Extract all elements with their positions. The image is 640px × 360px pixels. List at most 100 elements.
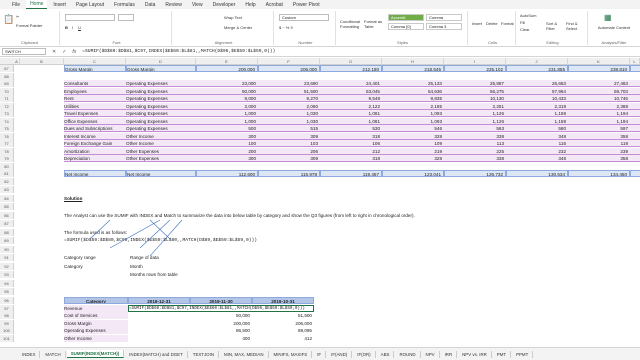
summary-value-cell[interactable]: [128, 320, 190, 327]
column-header-l[interactable]: L: [630, 58, 640, 65]
merge-center-button[interactable]: Merge & Center: [224, 25, 252, 30]
format-painter-button[interactable]: Format Painter: [16, 23, 42, 28]
summary-value-cell[interactable]: 89,095: [252, 327, 314, 334]
column-header-b[interactable]: B: [20, 58, 64, 65]
sort-filter-button[interactable]: Sort & Filter: [546, 21, 564, 31]
font-size-box[interactable]: [118, 14, 134, 21]
sheet-tab[interactable]: MINIFS, MAXIFS: [270, 350, 313, 358]
menu-tab-help[interactable]: Help: [241, 1, 259, 9]
sheet-tab[interactable]: SUMIF(INDEX(MATCH)): [66, 350, 125, 358]
column-header-j[interactable]: J: [506, 58, 568, 65]
summary-header-date[interactable]: 2019-12-31: [128, 296, 190, 304]
paste-icon[interactable]: 📋: [3, 14, 14, 25]
column-header-i[interactable]: I: [444, 58, 506, 65]
style-comma[interactable]: Comma: [426, 14, 462, 21]
row-header[interactable]: 101: [0, 334, 14, 342]
summary-row-label[interactable]: Gross Margin: [64, 319, 128, 327]
menu-tab-formulas[interactable]: Formulas: [110, 1, 139, 9]
style-comma-3[interactable]: Comma 3: [426, 23, 462, 30]
summary-value-cell[interactable]: [128, 327, 190, 334]
conditional-formatting-button[interactable]: Conditional Formatting: [340, 19, 362, 29]
formula-input[interactable]: =SUMIF($D$60:$D$81,$C97,INDEX($E$60:$L$8…: [82, 49, 275, 54]
format-cells-button[interactable]: Format: [501, 21, 514, 26]
row-header[interactable]: 96: [0, 296, 14, 304]
menu-tab-home[interactable]: Home: [26, 0, 48, 9]
menu-tab-power-pivot[interactable]: Power Pivot: [289, 1, 324, 9]
summary-header-date[interactable]: 2019-10-31: [252, 296, 314, 304]
column-header-h[interactable]: H: [382, 58, 444, 65]
summary-header-category[interactable]: Category: [64, 296, 128, 304]
sheet-tab[interactable]: ROUND: [395, 350, 421, 358]
automate-content-button[interactable]: Automate Content: [594, 25, 634, 30]
column-header-d[interactable]: D: [126, 58, 196, 65]
style-accent6[interactable]: Accent6: [388, 14, 424, 21]
find-select-button[interactable]: Find & Select: [566, 21, 586, 31]
summary-value-cell[interactable]: 50,000: [190, 312, 252, 319]
sheet-tab[interactable]: IRR: [441, 350, 458, 358]
menu-tab-insert[interactable]: Insert: [49, 1, 70, 9]
summary-value-cell[interactable]: 400: [190, 335, 252, 342]
menu-tab-acrobat[interactable]: Acrobat: [262, 1, 287, 9]
summary-row-label[interactable]: Revenue: [64, 304, 128, 312]
column-header-g[interactable]: G: [320, 58, 382, 65]
sheet-tab[interactable]: IF(AND): [327, 350, 353, 358]
summary-row-label[interactable]: Other Income: [64, 334, 128, 342]
automate-icon[interactable]: ▦: [604, 13, 612, 22]
summary-value-cell[interactable]: 51,500: [252, 312, 314, 319]
summary-value-cell[interactable]: [128, 312, 190, 319]
fx-icon[interactable]: fx: [72, 49, 76, 55]
insert-cells-button[interactable]: Insert: [472, 21, 482, 26]
summary-value-cell[interactable]: 206,000: [252, 320, 314, 327]
sheet-tab[interactable]: INDEX: [18, 350, 41, 358]
autosum-button[interactable]: AutoSum: [520, 13, 536, 18]
sheet-tab[interactable]: TEXTJOIN: [189, 350, 219, 358]
summary-row-label[interactable]: Cost of Services: [64, 312, 128, 319]
column-header-e[interactable]: E: [196, 58, 258, 65]
style-comma-0[interactable]: Comma [0]: [388, 23, 424, 30]
summary-value-cell[interactable]: 412: [252, 335, 314, 342]
column-header-k[interactable]: K: [568, 58, 630, 65]
summary-value-cell[interactable]: 200,000: [190, 320, 252, 327]
column-header-f[interactable]: F: [258, 58, 320, 65]
sheet-tab[interactable]: NPV vs. IRR: [458, 350, 492, 358]
delete-cells-button[interactable]: Delete: [486, 21, 498, 26]
row-header[interactable]: 97: [0, 304, 14, 312]
sheet-tab[interactable]: PPMT: [512, 350, 534, 358]
underline-button[interactable]: U: [78, 25, 81, 30]
summary-header-date[interactable]: 2019-11-30: [190, 296, 252, 304]
active-cell-formula[interactable]: =SUMIF($D$60:$D$81,$C97,INDEX($E$60:$L$8…: [128, 304, 314, 312]
format-as-table-button[interactable]: Format as Table: [364, 19, 384, 29]
sheet-tab[interactable]: NPV: [422, 350, 440, 358]
row-header[interactable]: 99: [0, 319, 14, 327]
menu-tab-data[interactable]: Data: [141, 1, 160, 9]
number-format-select[interactable]: Custom: [279, 14, 329, 21]
bold-button[interactable]: B: [65, 25, 68, 30]
italic-button[interactable]: I: [72, 25, 73, 30]
sheet-tab[interactable]: INDEX(MATCH) and DGET: [125, 350, 188, 358]
summary-value-cell[interactable]: 86,500: [190, 327, 252, 334]
menu-tab-review[interactable]: Review: [161, 1, 185, 9]
currency-icon[interactable]: $ ~ % 9: [279, 25, 293, 30]
sheet-tab[interactable]: PMT: [493, 350, 512, 358]
row-header[interactable]: 100: [0, 327, 14, 334]
worksheet-grid[interactable]: 67 Gross Margin Gross Margin 200,000 206,000…: [0, 65, 640, 347]
fill-button[interactable]: Fill: [520, 20, 525, 25]
menu-tab-developer[interactable]: Developer: [209, 1, 240, 9]
menu-tab-page-layout[interactable]: Page Layout: [72, 1, 108, 9]
column-header-c[interactable]: C: [64, 58, 126, 65]
cancel-icon[interactable]: ✕: [52, 49, 56, 55]
sheet-tab[interactable]: IF: [313, 350, 327, 358]
enter-icon[interactable]: ✓: [62, 49, 66, 55]
row-header[interactable]: 98: [0, 312, 14, 319]
name-box[interactable]: SWITCH: [2, 48, 46, 55]
clear-button[interactable]: Clear: [520, 27, 530, 32]
summary-row-label[interactable]: Operating Expenses: [64, 327, 128, 334]
sheet-tab[interactable]: MATCH: [41, 350, 66, 358]
menu-tab-file[interactable]: File: [8, 1, 24, 9]
wrap-text-button[interactable]: Wrap Text: [224, 15, 242, 20]
sheet-tab[interactable]: MIN, MAX, MEDIAN: [220, 350, 269, 358]
sheet-tab[interactable]: ABS: [377, 350, 395, 358]
sheet-tab[interactable]: IF(OR): [353, 350, 376, 358]
summary-value-cell[interactable]: [128, 335, 190, 342]
menu-tab-view[interactable]: View: [188, 1, 207, 9]
